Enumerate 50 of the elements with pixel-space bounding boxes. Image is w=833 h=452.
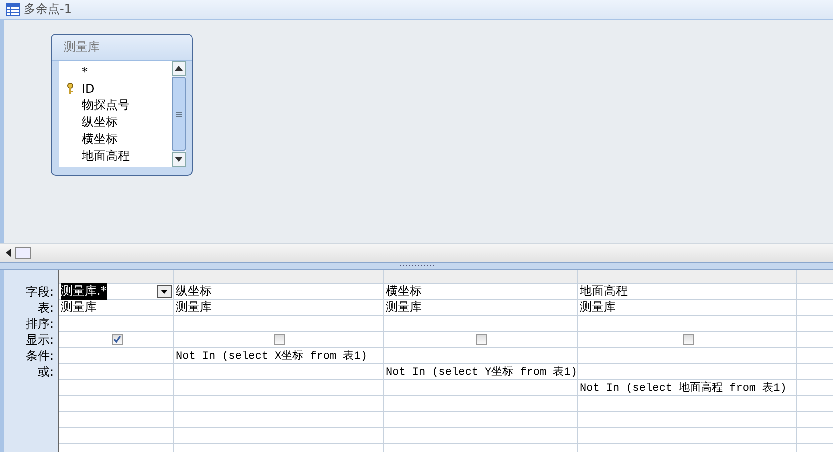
show-checkbox[interactable] [476,334,487,345]
grid-cell[interactable]: 测量库 [174,300,383,316]
check-icon [112,335,122,344]
show-checkbox[interactable] [682,334,694,345]
field-name[interactable]: 物探点号 [82,97,130,114]
field-text: 纵坐标 [176,283,212,300]
field-cell[interactable]: 测量库.* [59,284,173,300]
row-label: 或: [38,365,54,379]
caret-icon [161,290,168,294]
down-arrow-icon [175,157,183,162]
row-label: 排序: [26,317,54,331]
grid-cell[interactable]: Not In (select X坐标 from 表1) [174,348,383,364]
field-text: 地面高程 [580,283,628,300]
up-arrow-icon [175,66,183,71]
row-label: 显示: [26,333,54,347]
field-cell[interactable]: 横坐标 [384,284,577,300]
query-icon [6,3,20,16]
table-title: 测量库 [64,39,100,56]
grid-cell[interactable]: Not In (select 地面高程 from 表1) [578,380,796,396]
field-name[interactable]: 横坐标 [82,131,118,148]
grid-cell[interactable]: Not In (select Y坐标 from 表1) [384,364,577,380]
field-text: 横坐标 [386,283,422,300]
row-label: 表: [38,301,54,315]
grid-cell[interactable] [59,332,173,348]
scroll-thumb[interactable] [15,247,31,259]
row-label: 条件: [26,349,54,363]
grid-cell[interactable] [384,332,577,348]
show-checkbox[interactable] [274,334,285,345]
scroll-up-button[interactable] [172,61,186,76]
field-name[interactable]: 纵坐标 [82,114,118,131]
column-selector[interactable] [59,270,173,284]
field-text: 测量库.* [61,283,107,300]
window-title: 多余点-1 [24,1,72,18]
field-name[interactable]: * [82,64,88,78]
grid-cell[interactable] [578,332,796,348]
show-checkbox[interactable] [112,334,122,345]
dropdown-button[interactable] [157,285,172,298]
grid-cell[interactable] [174,332,383,348]
field-cell[interactable]: 地面高程 [578,284,796,300]
table-field-list[interactable]: 测量库 * ID 物探点号 纵坐标 横坐标 地面高程 [51,34,193,176]
row-label: 字段: [26,285,54,299]
scroll-down-button[interactable] [172,152,186,167]
scroll-thumb[interactable] [172,77,186,151]
grid-cell[interactable]: 测量库 [578,300,796,316]
field-cell[interactable]: 纵坐标 [174,284,383,300]
grid-cell[interactable]: 测量库 [59,300,173,316]
grid-cell[interactable]: 测量库 [384,300,577,316]
scroll-left-icon[interactable] [6,249,11,257]
field-name[interactable]: ID [82,82,95,96]
field-name[interactable]: 地面高程 [82,148,130,165]
